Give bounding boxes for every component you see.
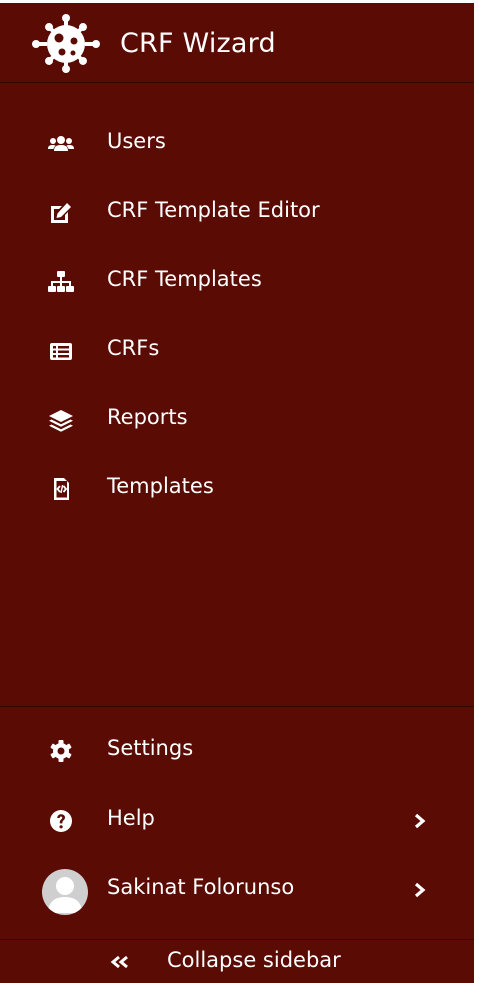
double-chevron-left-icon <box>110 955 128 969</box>
divider <box>0 82 474 83</box>
sidebar-item-users[interactable]: Users <box>0 114 474 174</box>
sidebar-item-crf-template-editor[interactable]: CRF Template Editor <box>0 183 474 243</box>
sidebar-item-settings[interactable]: Settings <box>0 721 474 781</box>
sidebar-item-label: Templates <box>107 474 214 498</box>
sitemap-icon <box>48 271 74 292</box>
sidebar-item-crf-templates[interactable]: CRF Templates <box>0 252 474 312</box>
sidebar-item-reports[interactable]: Reports <box>0 390 474 450</box>
gear-icon <box>50 740 72 762</box>
sidebar: CRF Wizard Users CRF Template Editor CRF… <box>0 0 474 983</box>
top-border <box>0 0 479 3</box>
virus-icon <box>32 14 100 73</box>
layers-icon <box>49 410 73 432</box>
sidebar-item-label: CRF Templates <box>107 267 262 291</box>
list-icon <box>50 343 72 360</box>
sidebar-item-label: CRFs <box>107 336 160 360</box>
sidebar-item-templates[interactable]: Templates <box>0 459 474 519</box>
users-icon <box>48 136 74 151</box>
user-profile-menu[interactable]: Sakinat Folorunso <box>0 860 474 920</box>
avatar <box>42 869 88 915</box>
user-silhouette-icon <box>48 877 82 913</box>
edit-icon <box>51 203 71 223</box>
chevron-right-icon <box>414 882 426 898</box>
file-code-icon <box>54 478 69 500</box>
sidebar-item-help[interactable]: Help <box>0 791 474 851</box>
brand-header[interactable]: CRF Wizard <box>0 3 474 82</box>
sidebar-item-crfs[interactable]: CRFs <box>0 321 474 381</box>
divider <box>0 706 474 707</box>
sidebar-item-label: Users <box>107 129 166 153</box>
app-title: CRF Wizard <box>120 28 276 59</box>
user-name: Sakinat Folorunso <box>107 875 295 899</box>
question-circle-icon <box>50 810 72 832</box>
chevron-right-icon <box>414 813 426 829</box>
sidebar-item-label: Settings <box>107 736 194 760</box>
sidebar-item-label: Reports <box>107 405 188 429</box>
sidebar-item-label: Help <box>107 806 155 830</box>
collapse-sidebar-label: Collapse sidebar <box>167 948 341 972</box>
sidebar-item-label: CRF Template Editor <box>107 198 320 222</box>
collapse-sidebar-button[interactable]: Collapse sidebar <box>0 940 474 983</box>
